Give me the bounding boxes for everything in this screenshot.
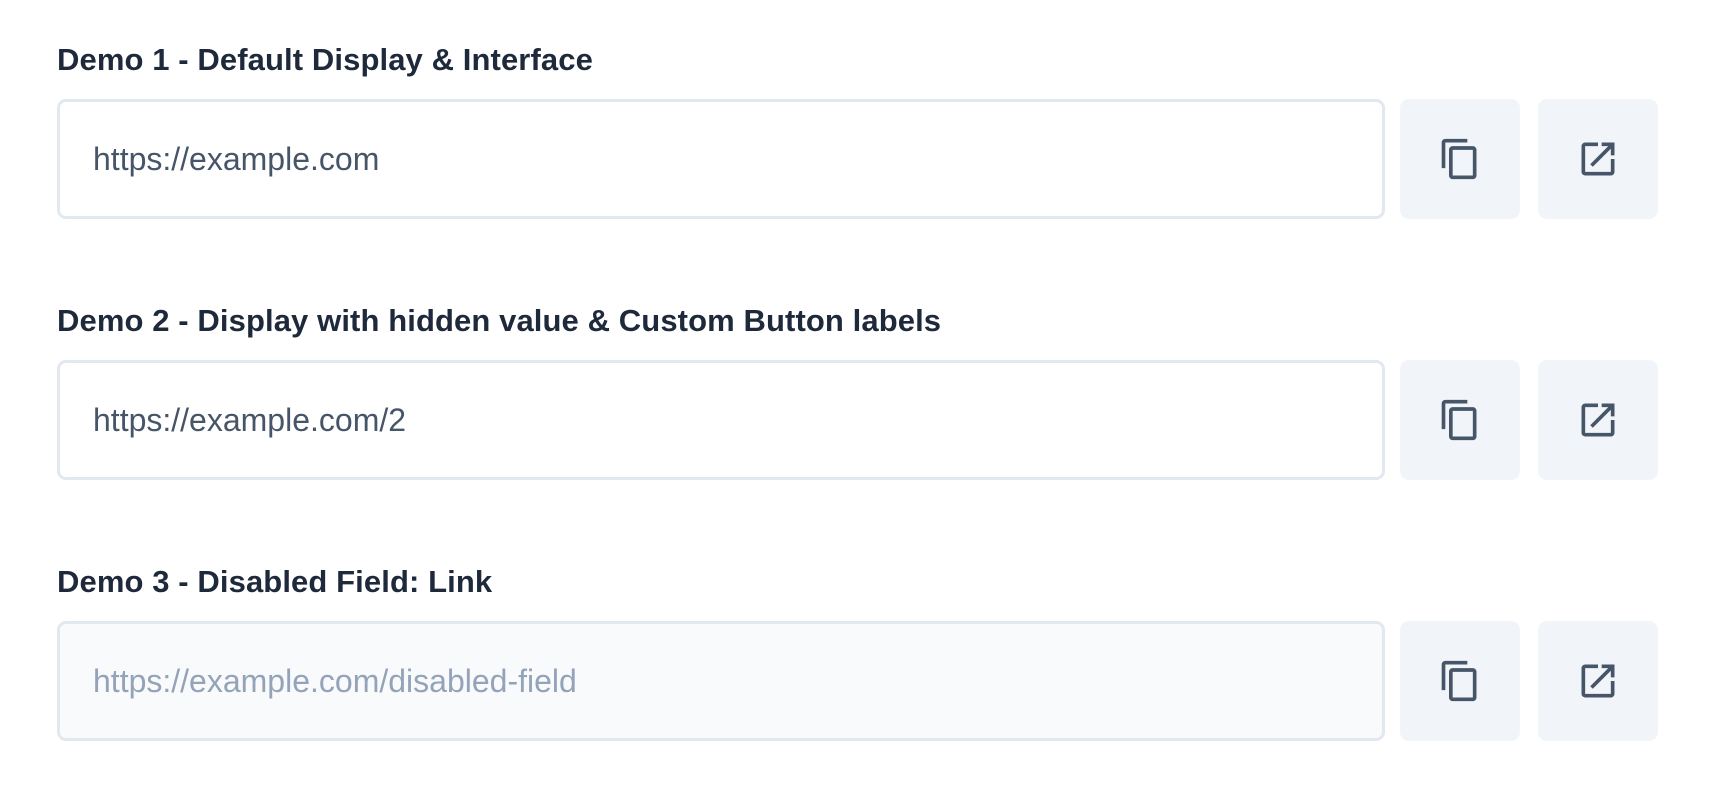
demo-2-copy-button[interactable]	[1400, 360, 1520, 480]
demo-3-open-button[interactable]	[1538, 621, 1658, 741]
demo-3-link-field	[57, 621, 1385, 741]
open-external-icon	[1581, 142, 1615, 176]
open-external-icon	[1581, 664, 1615, 698]
demo-2-section: Demo 2 - Display with hidden value & Cus…	[57, 297, 1658, 480]
demo-1-link-field[interactable]	[57, 99, 1385, 219]
demo-1-section: Demo 1 - Default Display & Interface	[57, 36, 1658, 219]
demo-1-copy-button[interactable]	[1400, 99, 1520, 219]
demo-2-link-row	[57, 360, 1658, 480]
demo-3-section: Demo 3 - Disabled Field: Link	[57, 558, 1658, 741]
demo-2-link-input[interactable]	[60, 363, 1382, 477]
copy-icon	[1441, 660, 1477, 702]
demo-3-link-row	[57, 621, 1658, 741]
demo-1-label: Demo 1 - Default Display & Interface	[57, 42, 593, 77]
demo-1-link-input[interactable]	[60, 102, 1382, 216]
demo-3-copy-button[interactable]	[1400, 621, 1520, 741]
demo-1-link-row	[57, 99, 1658, 219]
open-external-icon	[1581, 403, 1615, 437]
copy-icon	[1441, 138, 1477, 180]
demo-3-link-input	[60, 624, 1382, 738]
demo-1-open-button[interactable]	[1538, 99, 1658, 219]
demo-2-open-button[interactable]	[1538, 360, 1658, 480]
copy-icon	[1441, 399, 1477, 441]
demo-2-label: Demo 2 - Display with hidden value & Cus…	[57, 303, 942, 338]
demo-2-link-field[interactable]	[57, 360, 1385, 480]
demo-3-label: Demo 3 - Disabled Field: Link	[57, 564, 493, 599]
